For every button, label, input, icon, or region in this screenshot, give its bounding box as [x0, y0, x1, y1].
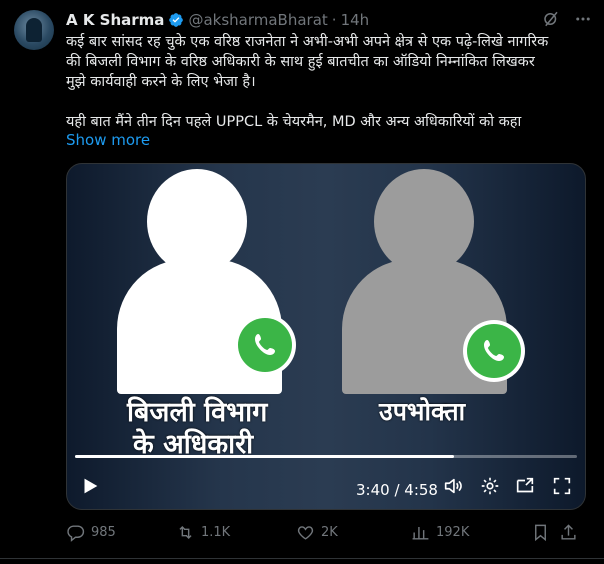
repost-button[interactable]: 1.1K: [176, 523, 296, 542]
caption-consumer: उपभोक्ता: [379, 397, 466, 426]
views-count: 192K: [436, 524, 470, 540]
tweet-text-line: की बिजली विभाग के वरिष्ठ अधिकारी के साथ …: [66, 54, 535, 70]
play-icon[interactable]: [79, 475, 101, 497]
author-handle[interactable]: @aksharmaBharat: [188, 11, 327, 29]
header-actions: [542, 10, 592, 28]
tweet-header: A K Sharma @aksharmaBharat · 14h: [66, 10, 369, 30]
tweet-divider: [0, 558, 604, 559]
repost-count: 1.1K: [201, 524, 231, 540]
tweet-text-line: कई बार सांसद रह चुके एक वरिष्ठ राजनेता न…: [66, 34, 549, 50]
author-name[interactable]: A K Sharma: [66, 11, 164, 29]
grok-icon[interactable]: [542, 10, 560, 28]
bookmark-icon: [535, 524, 546, 541]
progress-fill: [75, 455, 454, 458]
like-button[interactable]: 2K: [296, 523, 411, 542]
tweet[interactable]: A K Sharma @aksharmaBharat · 14h कई बार …: [0, 0, 604, 564]
whatsapp-icon: [234, 314, 296, 376]
whatsapp-icon: [463, 320, 525, 382]
video-progress-bar[interactable]: [75, 455, 577, 458]
picture-in-picture-icon[interactable]: [514, 475, 536, 497]
volume-icon[interactable]: [442, 475, 464, 497]
like-count: 2K: [321, 524, 338, 540]
settings-gear-icon[interactable]: [479, 475, 501, 497]
video-controls: 3:40 / 4:58: [67, 469, 585, 505]
bookmark-button[interactable]: [531, 523, 559, 542]
tweet-text: कई बार सांसद रह चुके एक वरिष्ठ राजनेता न…: [66, 32, 590, 132]
views-button[interactable]: 192K: [411, 523, 531, 542]
more-options-icon[interactable]: [574, 10, 592, 28]
tweet-actions: 985 1.1K 2K 192K: [66, 520, 584, 544]
reply-button[interactable]: 985: [66, 523, 176, 542]
share-button[interactable]: [559, 523, 583, 542]
tweet-text-line: यही बात मैंने तीन दिन पहले UPPCL के चेयर…: [66, 114, 522, 130]
fullscreen-icon[interactable]: [551, 475, 573, 497]
avatar[interactable]: [14, 10, 54, 50]
video-player[interactable]: बिजली विभाग के अधिकारी उपभोक्ता 3:40 / 4…: [66, 163, 586, 510]
separator-dot: ·: [331, 11, 337, 29]
views-chart-icon: [412, 526, 429, 540]
heart-icon: [297, 525, 314, 540]
share-icon: [561, 523, 576, 540]
video-time: 3:40 / 4:58: [356, 481, 438, 499]
reply-icon: [67, 524, 85, 542]
reply-count: 985: [91, 524, 116, 540]
verified-badge-icon: [169, 13, 184, 27]
repost-icon: [179, 525, 192, 539]
avatar-figure: [26, 18, 42, 42]
show-more-link[interactable]: Show more: [66, 131, 150, 149]
tweet-text-line: मुझे कार्यवाही करने के लिए भेजा है।: [66, 74, 256, 90]
tweet-time[interactable]: 14h: [341, 11, 370, 29]
